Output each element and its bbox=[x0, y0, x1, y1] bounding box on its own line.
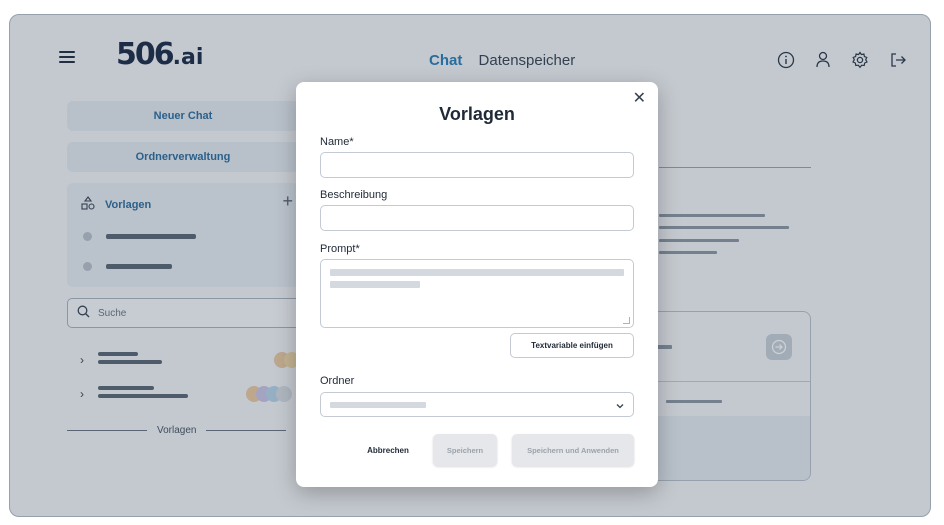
description-label: Beschreibung bbox=[320, 189, 388, 201]
prompt-label: Prompt* bbox=[320, 243, 360, 255]
modal-title: Vorlagen bbox=[439, 104, 515, 124]
folder-placeholder-bar bbox=[330, 402, 426, 408]
prompt-placeholder-bar bbox=[330, 281, 420, 288]
folder-label: Ordner bbox=[320, 375, 355, 387]
folder-select[interactable] bbox=[320, 392, 634, 417]
save-and-apply-button[interactable]: Speichern und Anwenden bbox=[512, 434, 634, 466]
prompt-textarea[interactable] bbox=[320, 259, 634, 328]
resize-handle-icon[interactable] bbox=[623, 317, 630, 324]
name-label: Name* bbox=[320, 136, 354, 148]
description-field[interactable] bbox=[320, 205, 634, 231]
templates-modal: ✕ Vorlagen Name* Beschreibung Prompt* Te… bbox=[296, 82, 658, 487]
cancel-button[interactable]: Abbrechen bbox=[354, 434, 422, 466]
prompt-placeholder-bar bbox=[330, 269, 624, 276]
chevron-down-icon bbox=[615, 398, 625, 416]
save-button[interactable]: Speichern bbox=[433, 434, 497, 466]
name-field[interactable] bbox=[320, 152, 634, 178]
insert-text-variable-button[interactable]: Textvariable einfügen bbox=[510, 333, 634, 358]
